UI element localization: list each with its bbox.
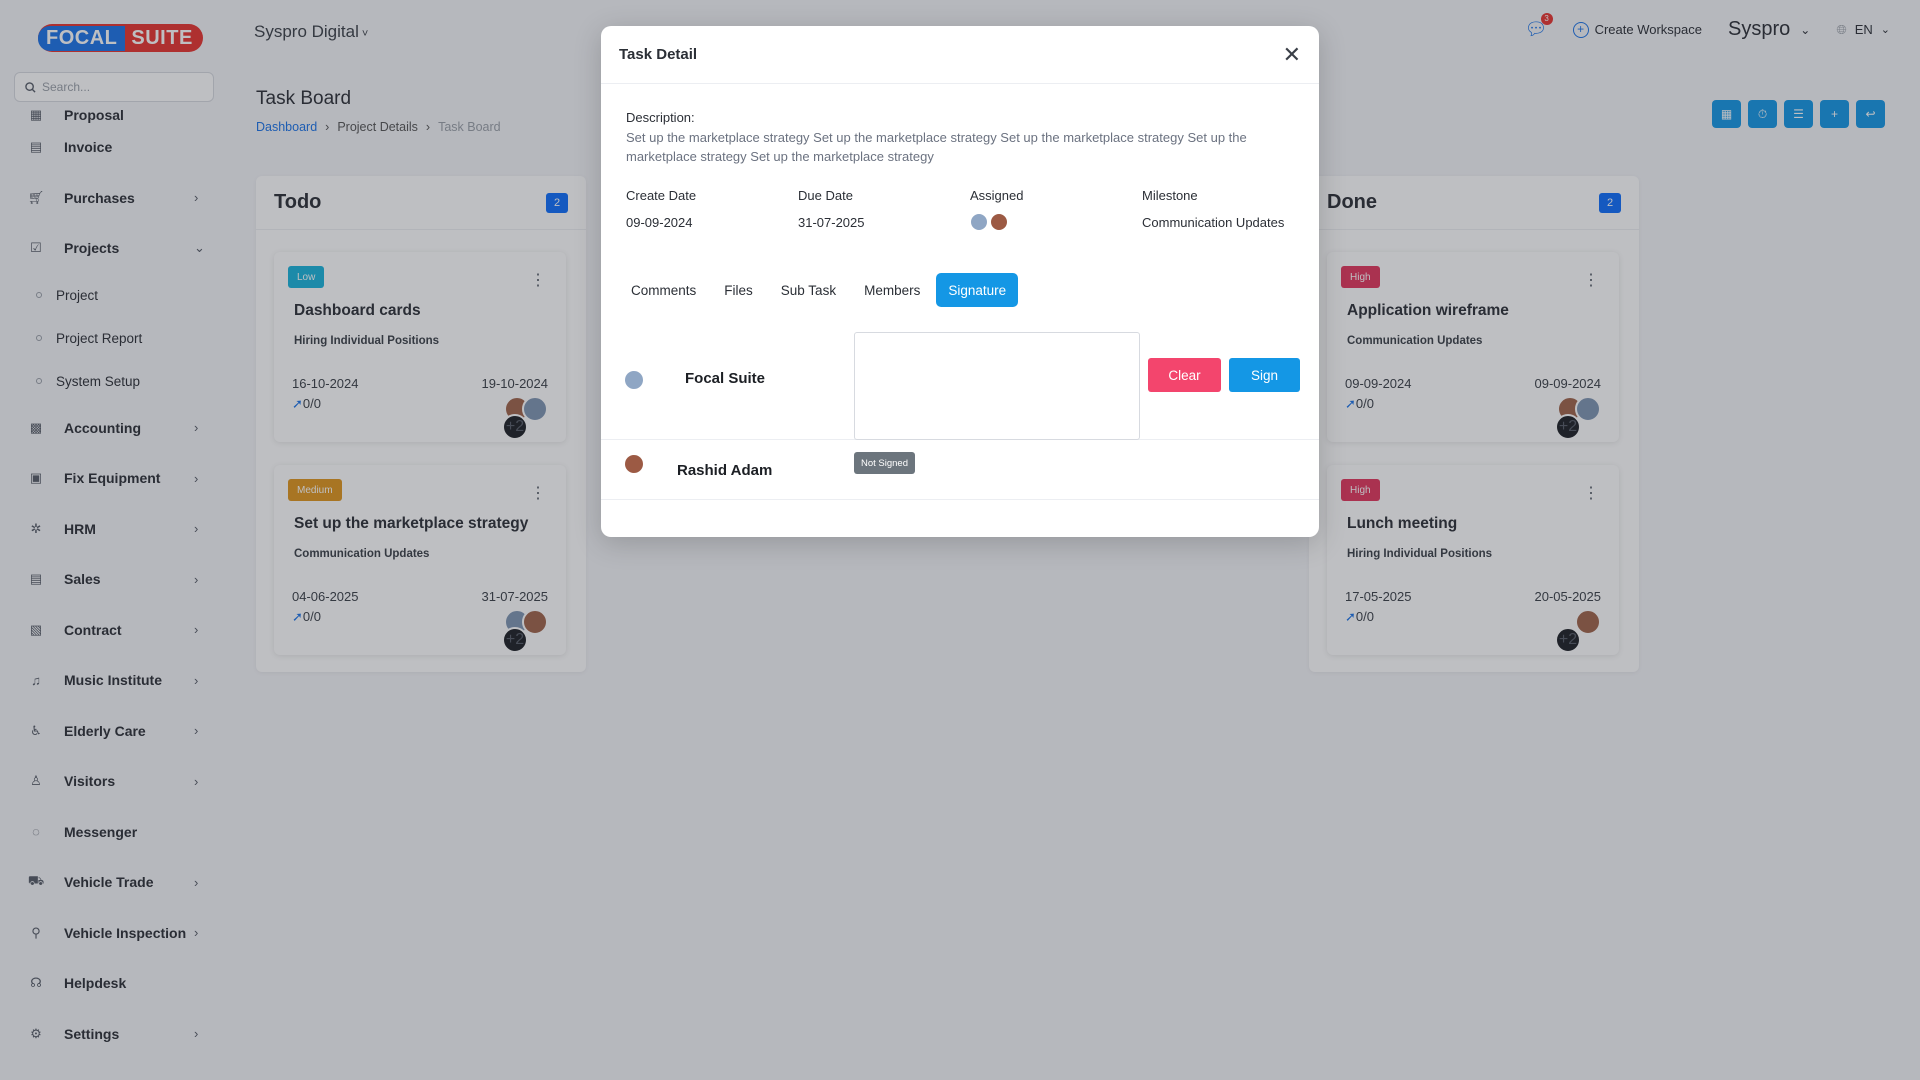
avatar [625, 455, 643, 473]
tab-files[interactable]: Files [712, 273, 765, 307]
tab-signature[interactable]: Signature [936, 273, 1019, 307]
clear-button[interactable]: Clear [1148, 358, 1221, 392]
create-date-field: Create Date 09-09-2024 [626, 188, 696, 230]
sign-button[interactable]: Sign [1229, 358, 1300, 392]
assigned-label: Assigned [970, 188, 1024, 203]
assigned-avatars [970, 213, 1023, 231]
milestone-field: Milestone Communication Updates [1142, 188, 1284, 230]
modal-title: Task Detail [619, 46, 698, 63]
tab-members[interactable]: Members [852, 273, 932, 307]
modal-tabs: Comments Files Sub Task Members Signatur… [619, 273, 1019, 307]
create-date-value: 09-09-2024 [626, 215, 693, 230]
signature-pad[interactable] [854, 332, 1140, 440]
avatar [990, 213, 1008, 231]
avatar [970, 213, 988, 231]
status-badge: Not Signed [854, 452, 916, 474]
create-date-label: Create Date [626, 188, 697, 203]
milestone-label: Milestone [1142, 188, 1198, 203]
signature-row: Focal Suite Clear Sign [601, 320, 1319, 440]
milestone-value: Communication Updates [1142, 215, 1285, 230]
tab-comments[interactable]: Comments [619, 273, 708, 307]
task-detail-modal: Task Detail ✕ Description: Set up the ma… [601, 26, 1319, 537]
signer-name: Rashid Adam [677, 462, 773, 479]
due-date-field: Due Date 31-07-2025 [798, 188, 865, 230]
description-label: Description: [626, 110, 695, 125]
description-text: Set up the marketplace strategy Set up t… [626, 130, 1247, 164]
avatar [625, 371, 643, 389]
modal-header: Task Detail ✕ [601, 26, 1319, 84]
due-date-label: Due Date [798, 188, 853, 203]
due-date-value: 31-07-2025 [798, 215, 865, 230]
signer-name: Focal Suite [685, 370, 766, 387]
close-icon[interactable]: ✕ [1283, 42, 1301, 68]
signature-row: Rashid Adam Not Signed [601, 440, 1319, 500]
tab-sub-task[interactable]: Sub Task [769, 273, 848, 307]
assigned-field: Assigned [970, 188, 1023, 231]
